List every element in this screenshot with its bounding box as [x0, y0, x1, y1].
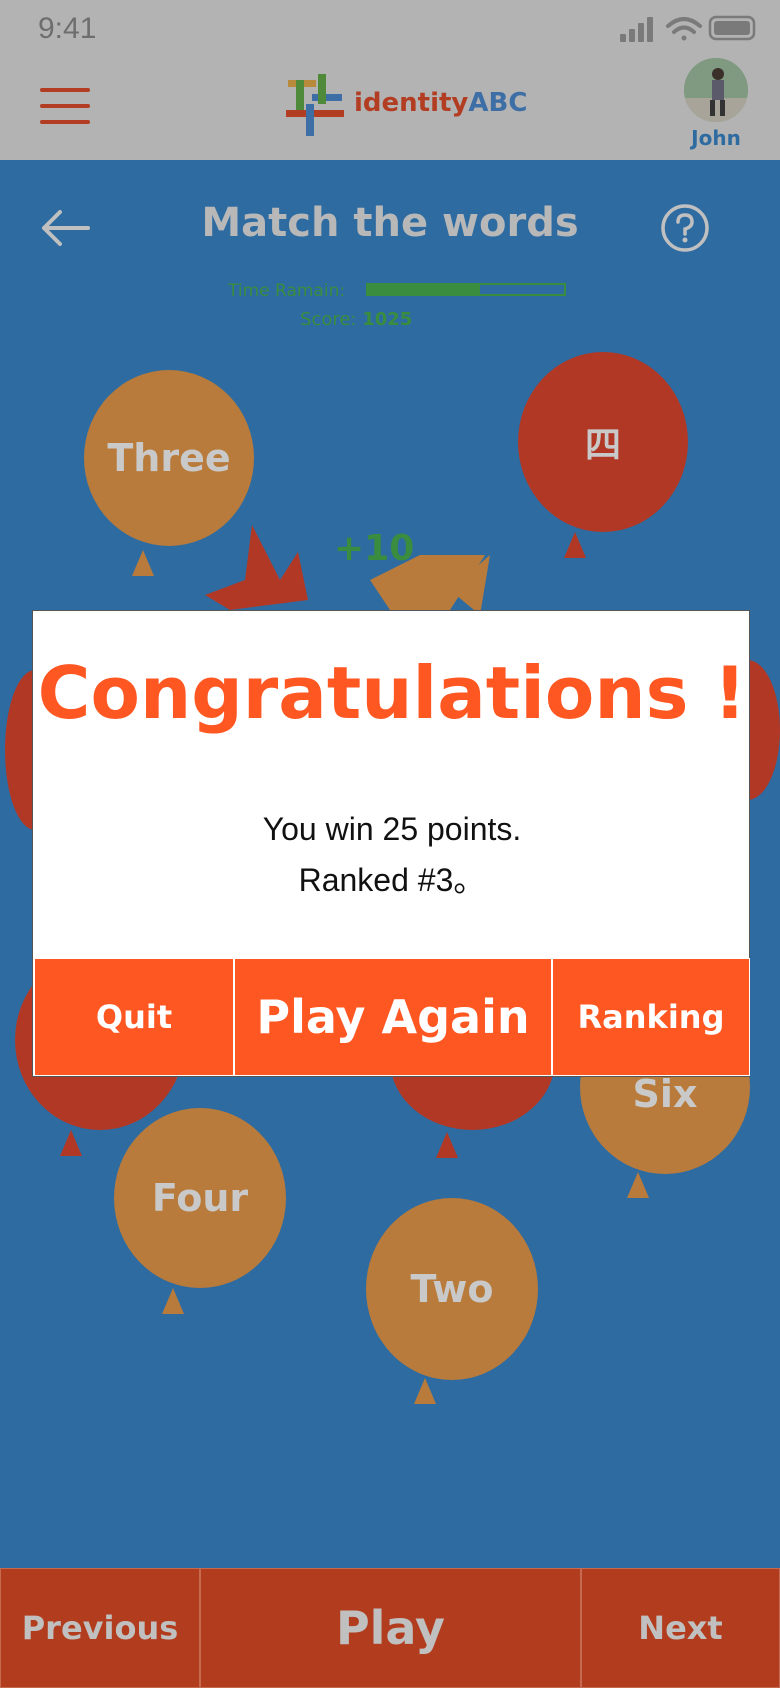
balloon-two[interactable]: Two — [366, 1198, 538, 1380]
balloon-knot — [162, 1288, 184, 1314]
balloon-four[interactable]: Four — [114, 1108, 286, 1288]
time-remaining-fill — [368, 285, 480, 294]
page-title: Match the words — [201, 200, 579, 246]
balloon-word: Three — [107, 436, 231, 480]
score: Score: 1025 — [300, 309, 413, 330]
dialog-message-rank: Ranked #3。 — [298, 862, 486, 898]
balloon-si[interactable]: 四 — [518, 352, 688, 532]
user-avatar-icon — [684, 58, 748, 122]
balloon-knot — [414, 1378, 436, 1404]
balloon-knot — [132, 550, 154, 576]
play-button[interactable]: Play — [200, 1568, 581, 1688]
balloon-word: 四 — [584, 425, 621, 466]
logo-text: identityABC — [354, 88, 528, 118]
balloon-knot — [564, 532, 586, 558]
dialog-message-points: You win 25 points. — [262, 811, 522, 847]
balloon-knot — [436, 1132, 458, 1158]
balloon-word: Two — [410, 1267, 494, 1311]
status-icons — [620, 15, 756, 42]
signal-icon — [620, 17, 653, 42]
status-time: 9:41 — [38, 12, 97, 45]
dialog-title: Congratulations ! — [37, 651, 747, 735]
logo-icon — [286, 74, 344, 136]
battery-icon — [708, 15, 756, 41]
balloon-three[interactable]: Three — [84, 370, 254, 546]
bonus-points: +10 — [334, 528, 415, 569]
quit-button[interactable]: Quit — [34, 958, 234, 1076]
balloon-word: Four — [151, 1176, 249, 1220]
time-remaining-bar — [366, 283, 566, 296]
hamburger-menu-icon[interactable] — [40, 88, 90, 124]
wifi-icon — [666, 17, 702, 41]
avatar[interactable] — [684, 58, 748, 122]
next-button[interactable]: Next — [581, 1568, 780, 1688]
ranking-button[interactable]: Ranking — [552, 958, 750, 1076]
time-remaining-label: Time Ramain: — [228, 281, 346, 301]
back-arrow-icon[interactable] — [38, 208, 92, 248]
balloon-knot — [627, 1172, 649, 1198]
previous-button[interactable]: Previous — [0, 1568, 200, 1688]
congratulations-dialog: Congratulations ! You win 25 points. Ran… — [32, 610, 750, 1077]
play-again-button[interactable]: Play Again — [234, 958, 552, 1076]
user-name[interactable]: John — [676, 126, 756, 150]
help-icon[interactable] — [660, 203, 710, 253]
balloon-knot — [60, 1130, 82, 1156]
